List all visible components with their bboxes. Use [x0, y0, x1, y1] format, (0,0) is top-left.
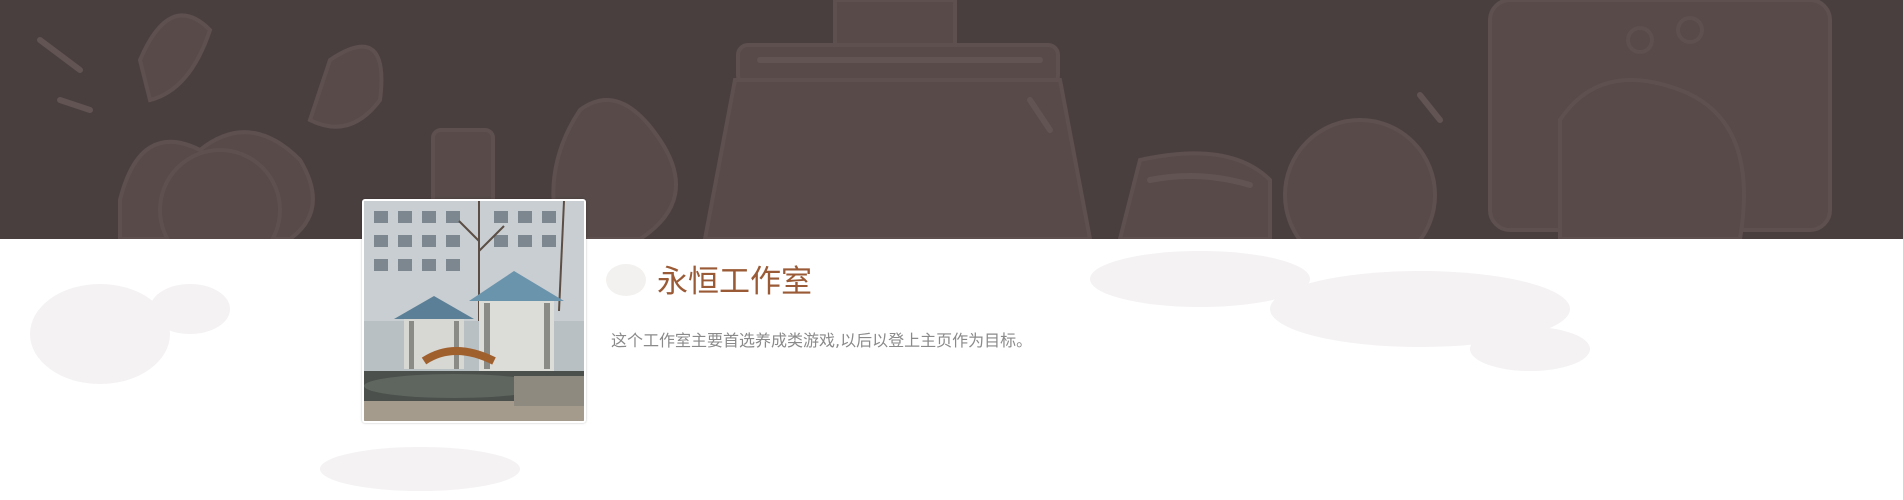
banner-illustration [0, 0, 1903, 239]
title-decor-icon [606, 264, 646, 296]
studio-description: 这个工作室主要首选养成类游戏,以后以登上主页作为目标。 [611, 331, 1033, 350]
studio-page: 永恒工作室 这个工作室主要首选养成类游戏,以后以登上主页作为目标。 [0, 0, 1903, 500]
pavilion-photo-icon [364, 201, 584, 421]
studio-avatar[interactable] [362, 199, 586, 423]
background-watermark [30, 251, 1590, 491]
studio-banner [0, 0, 1903, 239]
studio-name: 永恒工作室 [657, 264, 812, 300]
